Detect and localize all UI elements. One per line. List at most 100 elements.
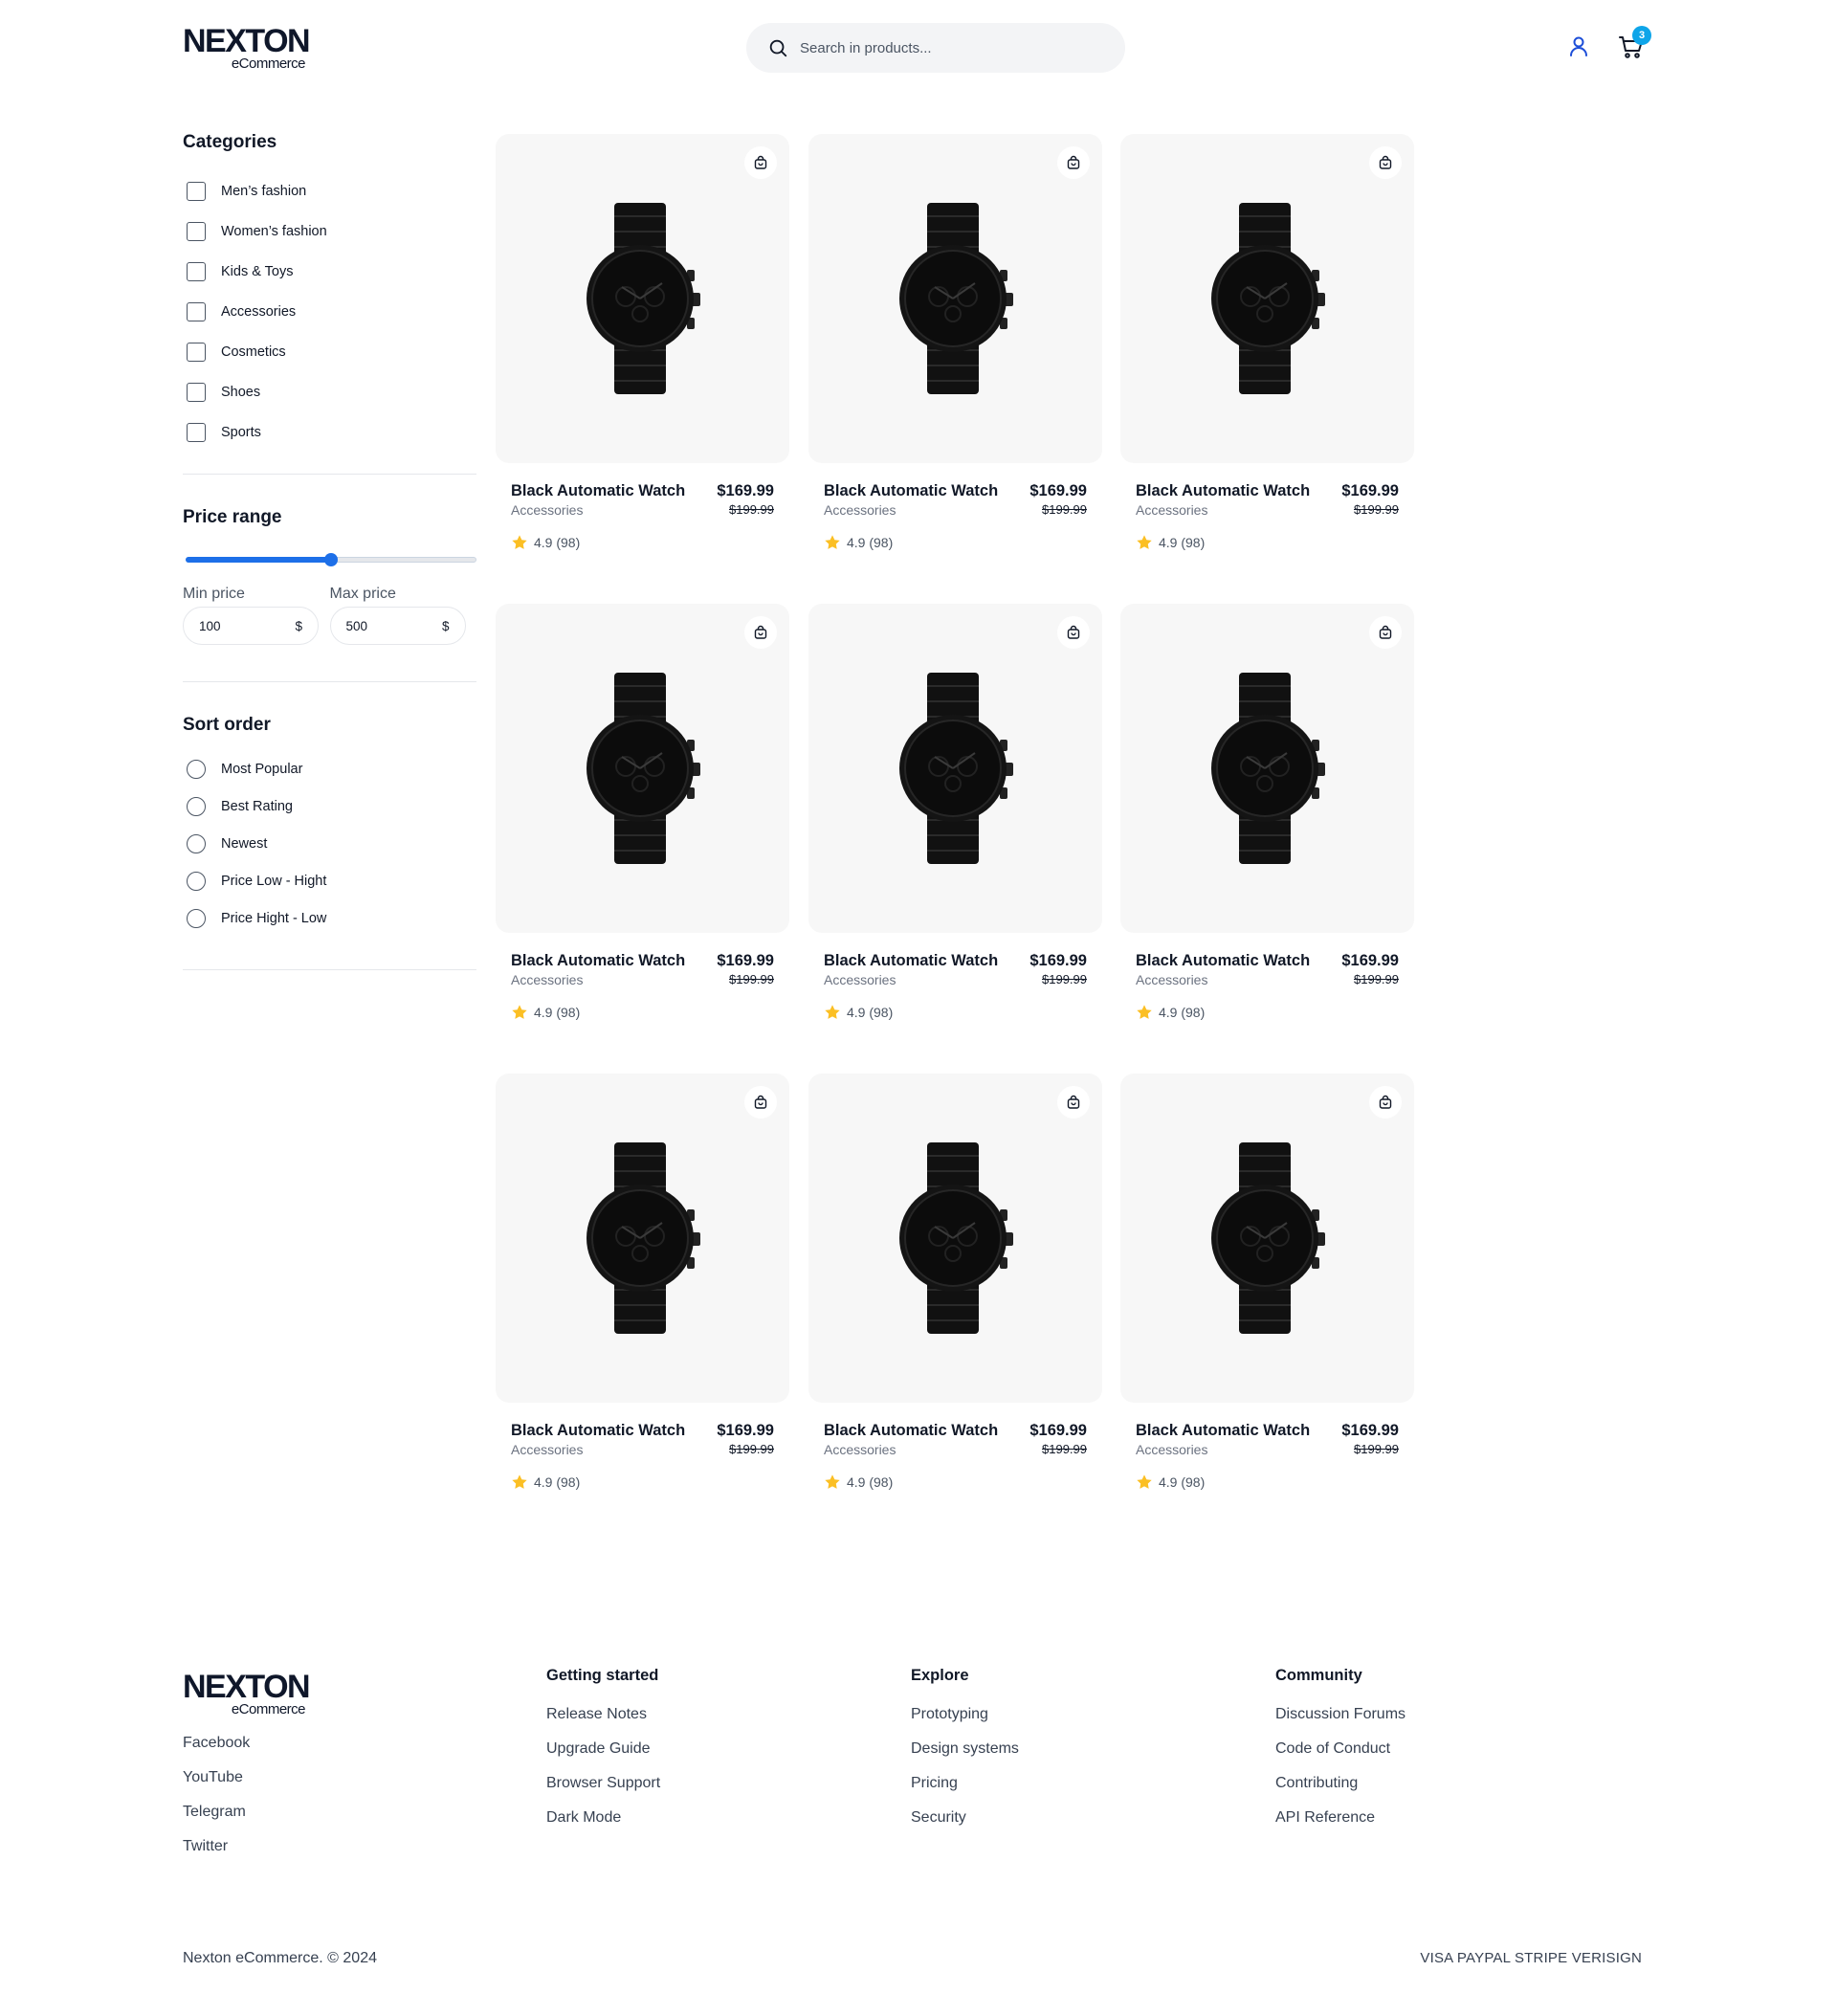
logo[interactable]: NEXTON eCommerce bbox=[183, 23, 311, 73]
add-to-cart-button[interactable] bbox=[744, 146, 777, 179]
footer-link[interactable]: Upgrade Guide bbox=[546, 1739, 660, 1774]
footer-link-youtube[interactable]: YouTube bbox=[183, 1768, 250, 1803]
rating-text: 4.9 (98) bbox=[534, 535, 581, 550]
product-name[interactable]: Black Automatic Watch bbox=[824, 482, 998, 500]
sort-option[interactable]: Price Low - Hight bbox=[183, 862, 476, 899]
product-price: $169.99 bbox=[1029, 1422, 1087, 1439]
search-icon[interactable] bbox=[767, 37, 788, 58]
footer-link[interactable]: Release Notes bbox=[546, 1705, 660, 1739]
category-checkbox[interactable] bbox=[187, 222, 206, 241]
footer-link[interactable]: Security bbox=[911, 1808, 1019, 1843]
sort-radio[interactable] bbox=[187, 796, 206, 816]
product-image bbox=[899, 1142, 1013, 1334]
product-image-container[interactable] bbox=[1120, 604, 1414, 933]
add-to-cart-button[interactable] bbox=[1057, 146, 1090, 179]
product-name[interactable]: Black Automatic Watch bbox=[1136, 1422, 1310, 1440]
max-price-label: Max price bbox=[329, 586, 396, 602]
category-checkbox[interactable] bbox=[187, 262, 206, 281]
sort-radio[interactable] bbox=[187, 759, 206, 779]
sort-option[interactable]: Newest bbox=[183, 825, 476, 862]
copyright-text: Nexton eCommerce. © 2024 bbox=[183, 1950, 377, 1966]
category-item[interactable]: Shoes bbox=[183, 372, 476, 412]
product-card[interactable]: Black Automatic Watch Accessories $169.99 $… bbox=[808, 134, 1102, 574]
category-checkbox[interactable] bbox=[187, 343, 206, 362]
category-item[interactable]: Women’s fashion bbox=[183, 211, 476, 252]
sort-radio[interactable] bbox=[187, 871, 206, 891]
product-name[interactable]: Black Automatic Watch bbox=[511, 952, 685, 970]
product-rating: 4.9 (98) bbox=[511, 1004, 580, 1021]
add-to-cart-button[interactable] bbox=[1057, 616, 1090, 649]
logo-main-text: NEXTON bbox=[183, 23, 311, 59]
product-image-container[interactable] bbox=[496, 604, 789, 933]
search-input[interactable] bbox=[800, 39, 1106, 56]
product-category: Accessories bbox=[1136, 1442, 1208, 1457]
min-price-input[interactable]: 100 $ bbox=[183, 607, 319, 645]
price-range-slider[interactable] bbox=[183, 553, 476, 566]
product-image-container[interactable] bbox=[808, 134, 1102, 463]
product-name[interactable]: Black Automatic Watch bbox=[511, 1422, 685, 1440]
add-to-cart-button[interactable] bbox=[1369, 1086, 1402, 1119]
product-category: Accessories bbox=[824, 972, 896, 987]
shopping-bag-icon bbox=[1067, 1095, 1080, 1109]
footer-link[interactable]: Discussion Forums bbox=[1275, 1705, 1405, 1739]
product-image-container[interactable] bbox=[808, 604, 1102, 933]
footer-link[interactable]: Contributing bbox=[1275, 1774, 1405, 1808]
category-checkbox[interactable] bbox=[187, 423, 206, 442]
filter-sidebar: Categories Men’s fashion Women’s fashion… bbox=[183, 132, 476, 970]
sort-option[interactable]: Best Rating bbox=[183, 787, 476, 825]
category-item[interactable]: Kids & Toys bbox=[183, 252, 476, 292]
divider bbox=[183, 969, 476, 970]
product-card[interactable]: Black Automatic Watch Accessories $169.99 $… bbox=[1120, 134, 1414, 574]
product-card[interactable]: Black Automatic Watch Accessories $169.99 $… bbox=[496, 604, 789, 1044]
category-checkbox[interactable] bbox=[187, 302, 206, 321]
footer-link[interactable]: Prototyping bbox=[911, 1705, 1019, 1739]
sort-option[interactable]: Most Popular bbox=[183, 750, 476, 787]
product-card[interactable]: Black Automatic Watch Accessories $169.99 $… bbox=[1120, 604, 1414, 1044]
add-to-cart-button[interactable] bbox=[1057, 1086, 1090, 1119]
product-image-container[interactable] bbox=[496, 134, 789, 463]
footer-link-facebook[interactable]: Facebook bbox=[183, 1734, 250, 1768]
footer-logo[interactable]: NEXTON eCommerce bbox=[183, 1671, 311, 1718]
category-checkbox[interactable] bbox=[187, 383, 206, 402]
sort-radio[interactable] bbox=[187, 908, 206, 928]
product-card[interactable]: Black Automatic Watch Accessories $169.99 $… bbox=[496, 134, 789, 574]
footer-link[interactable]: Pricing bbox=[911, 1774, 1019, 1808]
category-item[interactable]: Men’s fashion bbox=[183, 171, 476, 211]
product-category: Accessories bbox=[824, 1442, 896, 1457]
sort-radio[interactable] bbox=[187, 833, 206, 853]
product-image-container[interactable] bbox=[496, 1074, 789, 1403]
product-image-container[interactable] bbox=[808, 1074, 1102, 1403]
add-to-cart-button[interactable] bbox=[744, 1086, 777, 1119]
sort-option[interactable]: Price Hight - Low bbox=[183, 899, 476, 937]
product-card[interactable]: Black Automatic Watch Accessories $169.99 $… bbox=[1120, 1074, 1414, 1514]
product-name[interactable]: Black Automatic Watch bbox=[1136, 952, 1310, 970]
category-item[interactable]: Sports bbox=[183, 412, 476, 453]
rating-text: 4.9 (98) bbox=[847, 1005, 894, 1020]
product-image-container[interactable] bbox=[1120, 134, 1414, 463]
user-icon[interactable] bbox=[1567, 34, 1590, 57]
footer-link[interactable]: Design systems bbox=[911, 1739, 1019, 1774]
category-item[interactable]: Cosmetics bbox=[183, 332, 476, 372]
add-to-cart-button[interactable] bbox=[1369, 616, 1402, 649]
footer-link[interactable]: Browser Support bbox=[546, 1774, 660, 1808]
max-price-input[interactable]: 500 $ bbox=[329, 607, 466, 645]
product-card[interactable]: Black Automatic Watch Accessories $169.99 $… bbox=[496, 1074, 789, 1514]
footer-link[interactable]: Dark Mode bbox=[546, 1808, 660, 1843]
footer-link[interactable]: API Reference bbox=[1275, 1808, 1405, 1843]
footer-link[interactable]: Code of Conduct bbox=[1275, 1739, 1405, 1774]
product-name[interactable]: Black Automatic Watch bbox=[824, 952, 998, 970]
product-image-container[interactable] bbox=[1120, 1074, 1414, 1403]
product-name[interactable]: Black Automatic Watch bbox=[824, 1422, 998, 1440]
category-item[interactable]: Accessories bbox=[183, 292, 476, 332]
slider-handle[interactable] bbox=[324, 553, 338, 566]
add-to-cart-button[interactable] bbox=[1369, 146, 1402, 179]
product-card[interactable]: Black Automatic Watch Accessories $169.99 $… bbox=[808, 1074, 1102, 1514]
footer-link-twitter[interactable]: Twitter bbox=[183, 1837, 250, 1872]
product-name[interactable]: Black Automatic Watch bbox=[511, 482, 685, 500]
product-card[interactable]: Black Automatic Watch Accessories $169.99 $… bbox=[808, 604, 1102, 1044]
product-name[interactable]: Black Automatic Watch bbox=[1136, 482, 1310, 500]
category-checkbox[interactable] bbox=[187, 182, 206, 201]
add-to-cart-button[interactable] bbox=[744, 616, 777, 649]
footer-link-telegram[interactable]: Telegram bbox=[183, 1803, 250, 1837]
search-bar bbox=[746, 23, 1125, 73]
